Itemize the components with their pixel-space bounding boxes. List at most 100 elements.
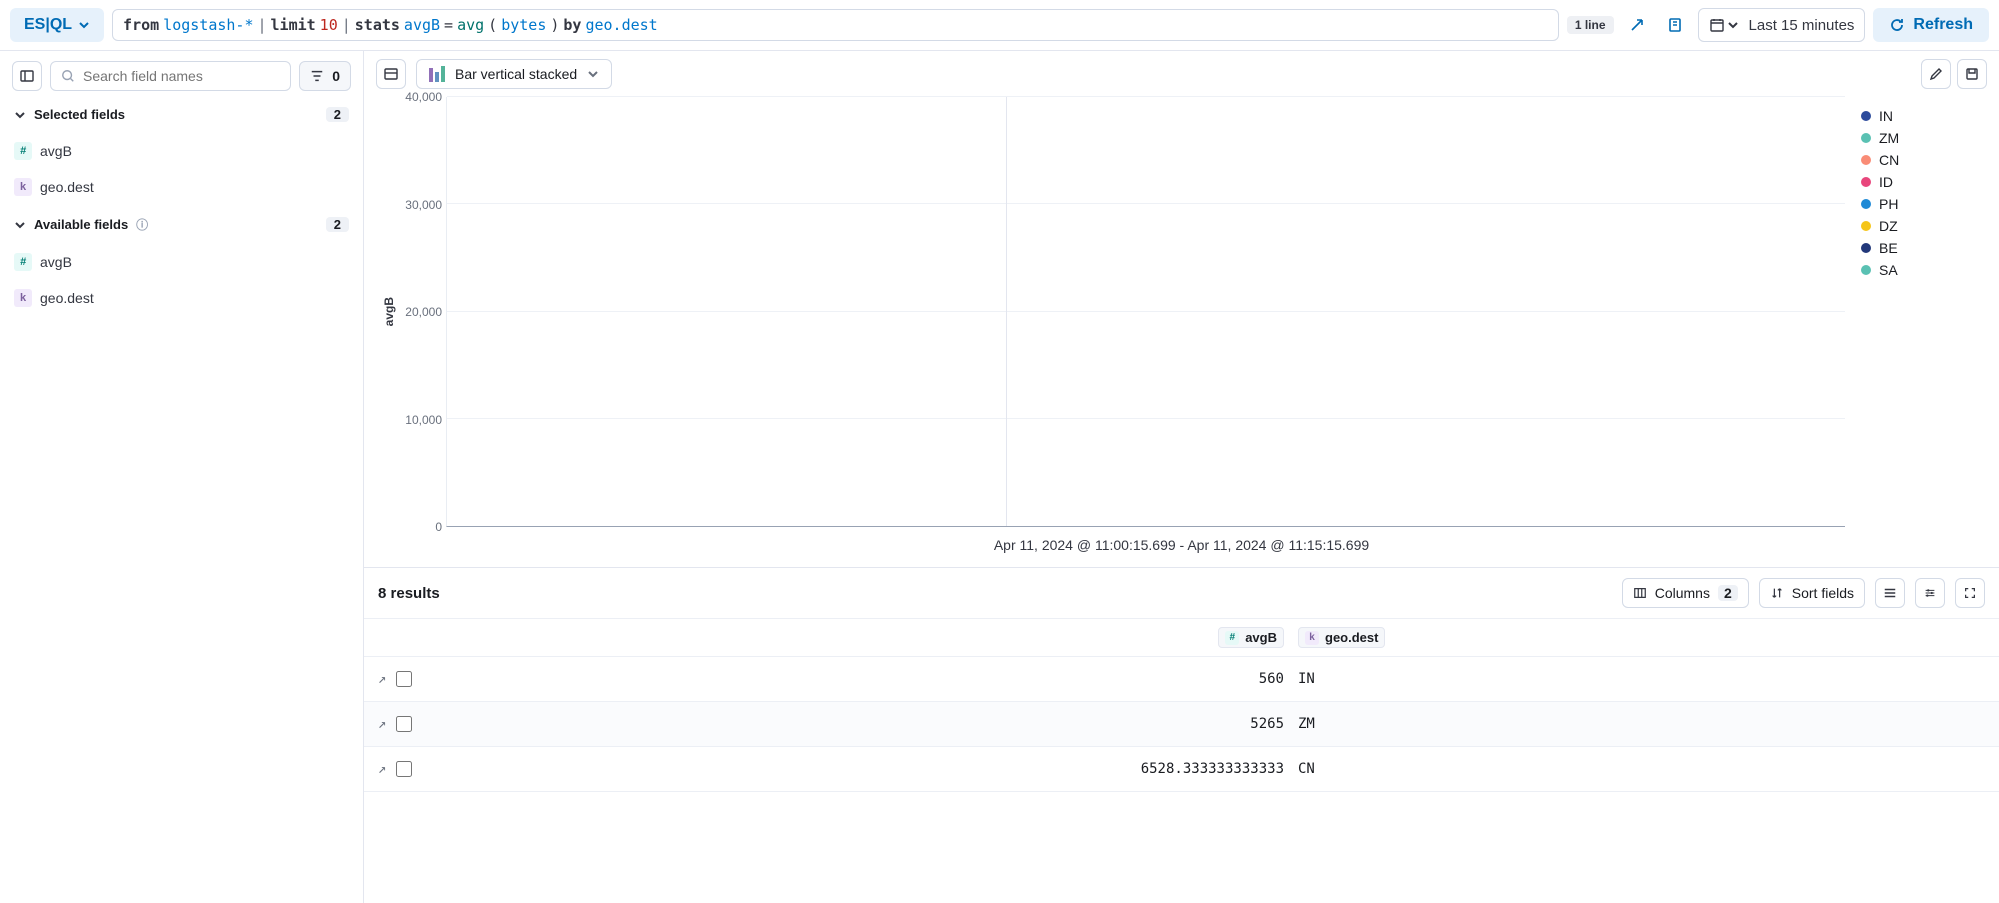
panel-left-icon — [19, 68, 35, 84]
chart-plot[interactable] — [446, 97, 1845, 527]
field-item-avgb[interactable]: # avgB — [12, 138, 351, 164]
legend-label: PH — [1879, 196, 1898, 212]
cell-geodest: IN — [1298, 671, 1985, 687]
pencil-icon — [1928, 66, 1944, 82]
legend-dot-icon — [1861, 221, 1871, 231]
field-item-geodest[interactable]: k geo.dest — [12, 174, 351, 200]
legend-item[interactable]: PH — [1861, 193, 1979, 215]
chevron-down-icon — [1727, 19, 1739, 31]
legend-label: IN — [1879, 108, 1893, 124]
density-icon — [1883, 586, 1897, 600]
calendar-icon — [1709, 17, 1725, 33]
field-filter-button[interactable]: 0 — [299, 61, 351, 91]
display-options-button[interactable] — [1915, 578, 1945, 608]
table-row: ↗ 560IN — [364, 657, 1999, 702]
esql-mode-button[interactable]: ES|QL — [10, 8, 104, 42]
results-count: 8 results — [378, 585, 440, 602]
table-row: ↗ 6528.333333333333CN — [364, 747, 1999, 792]
chart-legend: IN ZM CN ID PH DZ BE SA — [1845, 97, 1985, 527]
field-type-keyword-icon: k — [14, 178, 32, 196]
vis-type-selector[interactable]: Bar vertical stacked — [416, 59, 612, 89]
table-row: ↗5265ZM — [364, 702, 1999, 747]
legend-item[interactable]: IN — [1861, 105, 1979, 127]
legend-label: CN — [1879, 152, 1899, 168]
expand-row-button[interactable]: ↗ — [378, 716, 386, 732]
legend-dot-icon — [1861, 111, 1871, 121]
panel-icon — [383, 66, 399, 82]
legend-dot-icon — [1861, 265, 1871, 275]
help-icon: ⓘ — [136, 216, 148, 233]
save-icon — [1964, 66, 1980, 82]
field-item-avgb-available[interactable]: # avgB — [12, 249, 351, 275]
cell-geodest: CN — [1298, 761, 1985, 777]
chevron-down-icon — [14, 109, 26, 121]
available-fields-header[interactable]: Available fields ⓘ 2 — [12, 210, 351, 239]
table-header: # avgB k geo.dest — [364, 619, 1999, 657]
chevron-down-icon — [78, 19, 90, 31]
toggle-chart-button[interactable] — [376, 59, 406, 89]
columns-button[interactable]: Columns 2 — [1622, 578, 1749, 608]
vis-toolbar: Bar vertical stacked — [364, 51, 1999, 97]
cell-avgb: 560 — [438, 671, 1298, 687]
query-input[interactable]: from logstash-* | limit 10 | stats avgB … — [112, 9, 1559, 41]
legend-item[interactable]: DZ — [1861, 215, 1979, 237]
time-range-label: Last 15 minutes — [1749, 17, 1855, 34]
chevron-down-icon — [14, 219, 26, 231]
density-button[interactable] — [1875, 578, 1905, 608]
legend-dot-icon — [1861, 133, 1871, 143]
expand-row-button[interactable]: ↗ — [378, 671, 386, 687]
legend-item[interactable]: SA — [1861, 259, 1979, 281]
legend-label: SA — [1879, 262, 1898, 278]
row-checkbox[interactable] — [396, 716, 412, 732]
fields-sidebar: 0 Selected fields 2 # avgB k geo.dest — [0, 51, 364, 903]
results-bar: 8 results Columns 2 Sort fields — [364, 568, 1999, 618]
field-type-keyword-icon: k — [14, 289, 32, 307]
legend-label: DZ — [1879, 218, 1898, 234]
cell-avgb: 5265 — [438, 716, 1298, 732]
query-bar: ES|QL from logstash-* | limit 10 | stats… — [0, 0, 1999, 51]
book-icon — [1667, 17, 1683, 33]
legend-label: ZM — [1879, 130, 1899, 146]
y-axis-label: avgB — [378, 297, 400, 326]
legend-item[interactable]: CN — [1861, 149, 1979, 171]
filter-count: 0 — [332, 68, 340, 84]
expand-row-button[interactable]: ↗ — [378, 761, 386, 777]
refresh-button[interactable]: Refresh — [1873, 8, 1989, 42]
save-vis-button[interactable] — [1957, 59, 1987, 89]
results-table: # avgB k geo.dest ↗560IN↗5265ZM↗6528.333… — [364, 618, 1999, 792]
line-count-badge: 1 line — [1567, 16, 1614, 34]
row-checkbox[interactable] — [396, 761, 412, 777]
collapse-sidebar-button[interactable] — [12, 61, 42, 91]
search-icon — [61, 69, 75, 83]
columns-icon — [1633, 586, 1647, 600]
column-header-geodest[interactable]: k geo.dest — [1298, 627, 1385, 648]
cell-avgb: 6528.333333333333 — [438, 761, 1298, 777]
legend-dot-icon — [1861, 155, 1871, 165]
bar-chart-icon — [429, 66, 445, 82]
selected-fields-header[interactable]: Selected fields 2 — [12, 101, 351, 128]
field-type-number-icon: # — [14, 142, 32, 160]
expand-icon — [1629, 17, 1645, 33]
expand-editor-button[interactable] — [1622, 10, 1652, 40]
time-picker[interactable]: Last 15 minutes — [1698, 8, 1866, 42]
refresh-icon — [1889, 17, 1905, 33]
field-search-input[interactable] — [83, 68, 280, 84]
legend-label: ID — [1879, 174, 1893, 190]
row-checkbox[interactable] — [396, 671, 412, 687]
field-type-number-icon: # — [14, 253, 32, 271]
y-axis: 40,000 30,000 20,000 10,000 0 — [400, 97, 446, 527]
legend-item[interactable]: ID — [1861, 171, 1979, 193]
field-item-geodest-available[interactable]: k geo.dest — [12, 285, 351, 311]
fullscreen-button[interactable] — [1955, 578, 1985, 608]
sort-fields-button[interactable]: Sort fields — [1759, 578, 1865, 608]
field-search[interactable] — [50, 61, 291, 91]
legend-item[interactable]: BE — [1861, 237, 1979, 259]
legend-item[interactable]: ZM — [1861, 127, 1979, 149]
column-header-avgb[interactable]: # avgB — [1218, 627, 1284, 648]
edit-vis-button[interactable] — [1921, 59, 1951, 89]
legend-dot-icon — [1861, 243, 1871, 253]
sliders-icon — [1923, 586, 1937, 600]
chart-area: avgB 40,000 30,000 20,000 10,000 0 — [364, 97, 1999, 567]
docs-button[interactable] — [1660, 10, 1690, 40]
legend-dot-icon — [1861, 199, 1871, 209]
